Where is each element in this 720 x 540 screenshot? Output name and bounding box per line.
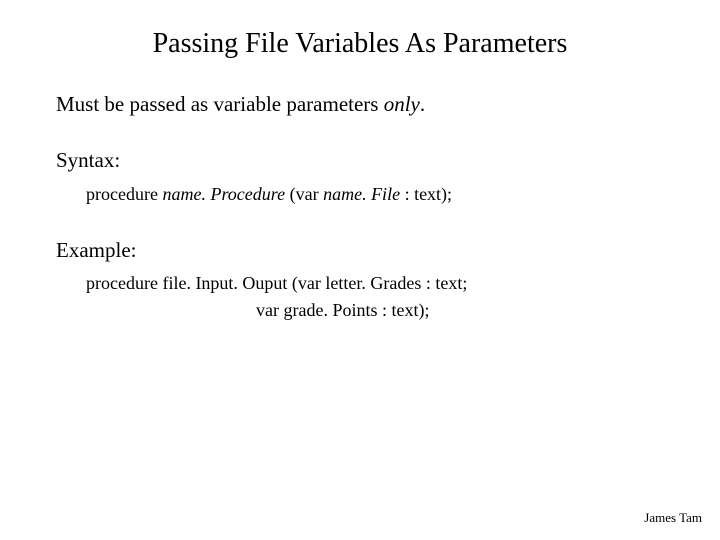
syntax-block: Syntax: procedure name. Procedure (var n…: [56, 146, 676, 207]
example-line-2: var grade. Points : text);: [86, 297, 676, 324]
syntax-mid: (var: [285, 184, 323, 204]
syntax-kw: procedure: [86, 184, 162, 204]
syntax-file-name: name. File: [323, 184, 404, 204]
syntax-tail: : text);: [405, 184, 453, 204]
intro-suffix: .: [420, 92, 425, 116]
syntax-proc-name: name. Procedure: [162, 184, 285, 204]
slide: Passing File Variables As Parameters Mus…: [0, 0, 720, 540]
syntax-line: procedure name. Procedure (var name. Fil…: [86, 181, 676, 208]
slide-title: Passing File Variables As Parameters: [0, 28, 720, 60]
slide-body: Must be passed as variable parameters on…: [56, 90, 676, 352]
example-block: Example: procedure file. Input. Ouput (v…: [56, 236, 676, 324]
example-heading: Example:: [56, 236, 676, 264]
intro-prefix: Must be passed as variable parameters: [56, 92, 384, 116]
example-line-1: procedure file. Input. Ouput (var letter…: [86, 270, 676, 297]
footer-author: James Tam: [644, 510, 702, 526]
syntax-heading: Syntax:: [56, 146, 676, 174]
intro-only: only: [384, 92, 420, 116]
example-lines: procedure file. Input. Ouput (var letter…: [86, 270, 676, 324]
intro-paragraph: Must be passed as variable parameters on…: [56, 90, 676, 118]
